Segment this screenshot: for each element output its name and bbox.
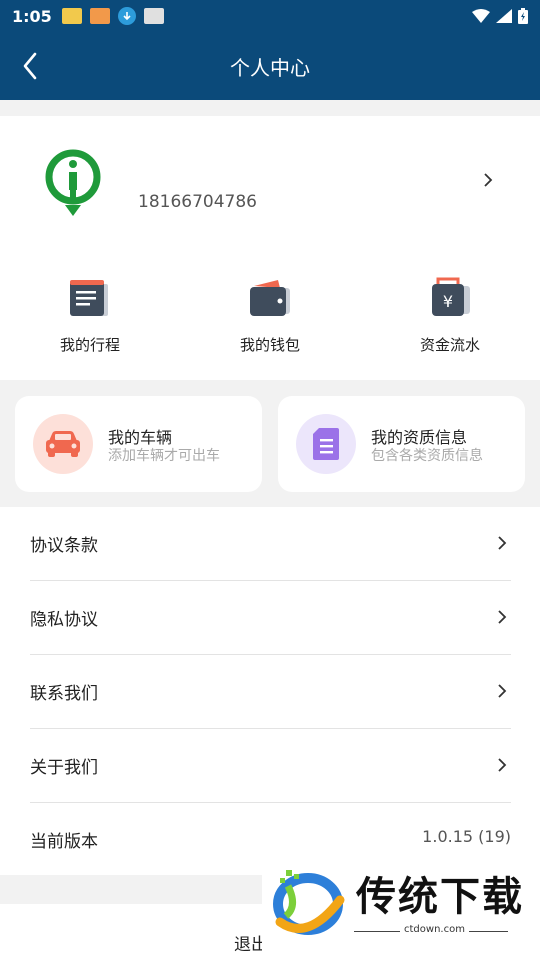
my-trips-label: 我的行程 — [59, 336, 120, 354]
car-icon-wrap — [33, 414, 93, 474]
list-item-label: 协议条款 — [30, 536, 98, 556]
status-bar: 1:05 — [0, 0, 540, 32]
list-item-privacy[interactable]: 隐私协议 — [30, 581, 511, 655]
chevron-right-icon[interactable] — [480, 172, 496, 188]
nav-bar: 个人中心 — [0, 32, 540, 100]
wifi-icon — [472, 9, 490, 23]
cash-flow-button[interactable]: ¥ 资金流水 — [390, 276, 510, 355]
my-wallet-button[interactable]: 我的钱包 — [210, 276, 330, 355]
list-item-contact[interactable]: 联系我们 — [30, 655, 511, 729]
my-vehicle-card[interactable]: 我的车辆 添加车辆才可出车 — [15, 396, 262, 492]
cashflow-icon: ¥ — [432, 277, 470, 316]
document-icon-wrap — [296, 414, 356, 474]
chevron-right-icon — [498, 684, 507, 698]
list-item-terms[interactable]: 协议条款 — [30, 507, 511, 581]
notification-icon — [143, 8, 164, 24]
document-icon — [313, 428, 339, 460]
list-item-about[interactable]: 关于我们 — [30, 729, 511, 803]
list-item-label: 当前版本 — [30, 832, 98, 852]
status-indicators — [472, 8, 528, 24]
download-icon — [117, 7, 136, 25]
settings-list: 协议条款 隐私协议 联系我们 关于我们 当前版本 1.0.15 (19) — [0, 507, 540, 875]
cash-flow-label: 资金流水 — [419, 336, 480, 354]
status-time: 1:05 — [12, 6, 52, 26]
trip-icon — [70, 280, 108, 316]
my-qualification-card[interactable]: 我的资质信息 包含各类资质信息 — [278, 396, 525, 492]
watermark-url: ctdown.com — [400, 924, 469, 935]
profile-card: 18166704786 我的行程 我的钱包 ¥ 资金流水 — [0, 116, 540, 380]
signal-icon — [496, 9, 512, 23]
car-icon — [46, 431, 80, 457]
notification-icon — [89, 8, 110, 24]
notification-icon — [61, 8, 82, 24]
page-title: 个人中心 — [230, 56, 310, 80]
chevron-right-icon — [498, 758, 507, 772]
my-vehicle-subtitle: 添加车辆才可出车 — [108, 448, 220, 464]
my-trips-button[interactable]: 我的行程 — [30, 276, 150, 355]
battery-icon — [518, 8, 528, 24]
chevron-right-icon — [498, 536, 507, 550]
my-qualification-subtitle: 包含各类资质信息 — [371, 448, 483, 464]
chevron-right-icon — [498, 610, 507, 624]
avatar[interactable] — [44, 148, 102, 218]
watermark-logo — [273, 870, 345, 935]
wallet-icon — [250, 280, 290, 316]
my-wallet-label: 我的钱包 — [239, 336, 300, 354]
watermark-text: 传统下载 — [356, 874, 524, 920]
list-item-label: 关于我们 — [30, 758, 98, 778]
phone-number: 18166704786 — [138, 192, 257, 212]
list-item-label: 隐私协议 — [30, 610, 98, 630]
version-value: 1.0.15 (19) — [422, 827, 511, 846]
watermark: 传统下载 ctdown.com — [262, 862, 540, 960]
svg-text:¥: ¥ — [443, 292, 453, 311]
list-item-label: 联系我们 — [30, 684, 98, 704]
